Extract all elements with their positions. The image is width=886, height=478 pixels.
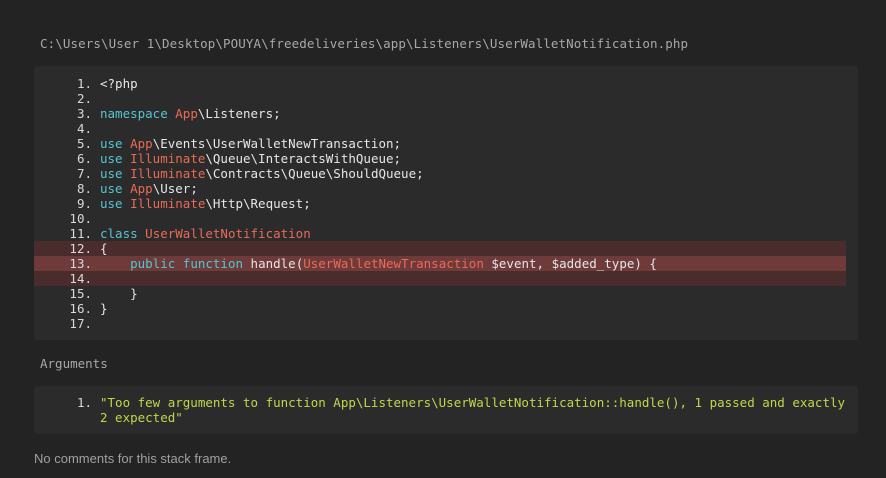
line-number: 4. (76, 121, 92, 136)
code-class-name: UserWalletNotification (145, 226, 311, 241)
argument-number: 1. (76, 395, 92, 410)
line-number: 13. (69, 256, 92, 271)
line-number: 10. (69, 211, 92, 226)
code-text: } (100, 286, 138, 301)
code-line: 14. (34, 271, 846, 286)
code-text: \Contracts\Queue\ShouldQueue; (205, 166, 424, 181)
code-line: 13. public function handle(UserWalletNew… (34, 256, 846, 271)
line-number: 7. (76, 166, 92, 181)
code-text: \Events\UserWalletNewTransaction; (152, 136, 402, 151)
code-text: <?php (100, 76, 138, 91)
code-text: } (100, 301, 108, 316)
file-path: C:\Users\User 1\Desktop\POUYA\freedelive… (40, 36, 689, 51)
code-line: 1. <?php (34, 76, 846, 91)
line-code: } (100, 301, 108, 316)
line-number: 1. (76, 76, 92, 91)
line-number: 8. (76, 181, 92, 196)
code-line: 9. use Illuminate\Http\Request; (34, 196, 846, 211)
code-text: \Queue\InteractsWithQueue; (205, 151, 402, 166)
line-code: } (100, 286, 138, 301)
code-line: 3. namespace App\Listeners; (34, 106, 846, 121)
code-class-name: Illuminate (130, 151, 206, 166)
line-number: 14. (69, 271, 92, 286)
code-line: 10. (34, 211, 846, 226)
line-code: use Illuminate\Queue\InteractsWithQueue; (100, 151, 401, 166)
code-keyword: namespace (100, 106, 168, 121)
line-number: 12. (69, 241, 92, 256)
line-number: 15. (69, 286, 92, 301)
code-keyword: use (100, 151, 123, 166)
line-code: use App\Events\UserWalletNewTransaction; (100, 136, 401, 151)
code-keyword: use (100, 166, 123, 181)
code-line: 16.} (34, 301, 846, 316)
code-line: 11. class UserWalletNotification (34, 226, 846, 241)
code-snippet: 1. <?php 2. 3. namespace App\Listeners; 4. 5. u… (34, 66, 858, 340)
code-keyword: use (100, 196, 123, 211)
line-number: 3. (76, 106, 92, 121)
code-text: handle( (243, 256, 304, 271)
arguments-heading: Arguments (40, 356, 108, 371)
line-code: use Illuminate\Http\Request; (100, 196, 311, 211)
code-class-name: App (175, 106, 198, 121)
argument-value: "Too few arguments to function App\Liste… (100, 395, 846, 425)
no-comments-message: No comments for this stack frame. (34, 451, 232, 466)
line-code: { (100, 241, 108, 256)
line-code: public function handle(UserWalletNewTran… (100, 256, 657, 271)
line-number: 6. (76, 151, 92, 166)
line-number: 16. (69, 301, 92, 316)
code-text: \User; (152, 181, 198, 196)
line-number: 17. (69, 316, 92, 331)
code-class-name: UserWalletNewTransaction (303, 256, 484, 271)
code-text: $event, $added_type) { (483, 256, 657, 271)
code-class-name: App (130, 181, 153, 196)
code-keyword: use (100, 136, 123, 151)
line-code: use Illuminate\Contracts\Queue\ShouldQue… (100, 166, 424, 181)
code-keyword: use (100, 181, 123, 196)
code-keyword: function (182, 256, 244, 271)
code-line: 17. (34, 316, 846, 331)
code-class-name: Illuminate (130, 196, 206, 211)
code-line: 12. { (34, 241, 846, 256)
line-number: 11. (69, 226, 92, 241)
line-code: class UserWalletNotification (100, 226, 311, 241)
code-line: 15. } (34, 286, 846, 301)
line-number: 9. (76, 196, 92, 211)
code-line: 4. (34, 121, 846, 136)
line-number: 5. (76, 136, 92, 151)
code-line: 7. use Illuminate\Contracts\Queue\ShouldQ… (34, 166, 846, 181)
line-code: <?php (100, 76, 138, 91)
code-class-name: Illuminate (130, 166, 206, 181)
code-text: \Listeners; (197, 106, 281, 121)
line-number: 2. (76, 91, 92, 106)
arguments-list: 1. "Too few arguments to function App\Li… (34, 386, 858, 434)
code-keyword: public (130, 256, 176, 271)
code-class-name: App (130, 136, 153, 151)
code-text: \Http\Request; (205, 196, 311, 211)
code-line: 6. use Illuminate\Queue\InteractsWithQueu… (34, 151, 846, 166)
code-line: 8. use App\User; (34, 181, 846, 196)
code-text: { (100, 241, 108, 256)
code-line: 2. (34, 91, 846, 106)
code-keyword: class (100, 226, 138, 241)
code-line: 5. use App\Events\UserWalletNewTransactio… (34, 136, 846, 151)
code-lines: 1. <?php 2. 3. namespace App\Listeners; 4. 5. u… (34, 76, 846, 331)
line-code: use App\User; (100, 181, 198, 196)
line-code: namespace App\Listeners; (100, 106, 281, 121)
